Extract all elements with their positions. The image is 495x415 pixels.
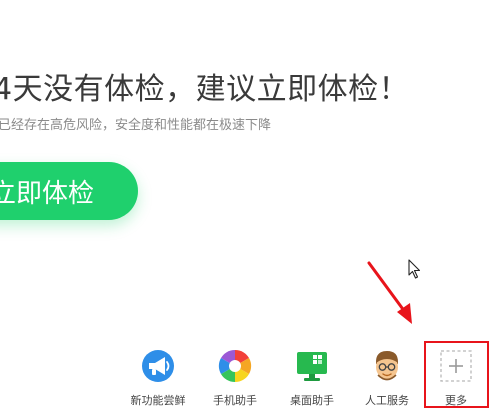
page-title: 4天没有体检，建议立即体检！ <box>0 72 410 107</box>
toolbar-item-label: 人工服务 <box>365 394 409 407</box>
toolbar-item-human-service[interactable]: 人工服务 <box>355 348 419 408</box>
toolbar-item-new-features[interactable]: 新功能尝鲜 <box>126 348 190 408</box>
toolbar-item-label: 手机助手 <box>213 394 257 407</box>
phone-assistant-icon <box>218 349 252 383</box>
check-now-button[interactable]: 立即体检 <box>0 162 138 220</box>
desktop-assistant-icon <box>297 352 327 381</box>
main-screen: 4天没有体检，建议立即体检！ 已经存在高危风险，安全度和性能都在极速下降 立即体… <box>0 0 495 415</box>
megaphone-icon <box>142 350 174 382</box>
toolbar-item-label: 更多 <box>445 394 467 407</box>
risk-subtitle: 已经存在高危风险，安全度和性能都在极速下降 <box>0 118 272 133</box>
plus-icon <box>440 350 472 382</box>
mouse-cursor-icon <box>408 259 421 279</box>
toolbar-item-desktop-assistant[interactable]: 桌面助手 <box>280 348 344 408</box>
toolbar-item-more[interactable]: 更多 <box>424 348 488 408</box>
support-person-icon <box>376 351 398 381</box>
toolbar-item-label: 桌面助手 <box>290 394 334 407</box>
check-now-button-label: 立即体检 <box>0 178 94 209</box>
toolbar-item-phone-assistant[interactable]: 手机助手 <box>203 348 267 408</box>
toolbar-item-label: 新功能尝鲜 <box>130 394 186 407</box>
